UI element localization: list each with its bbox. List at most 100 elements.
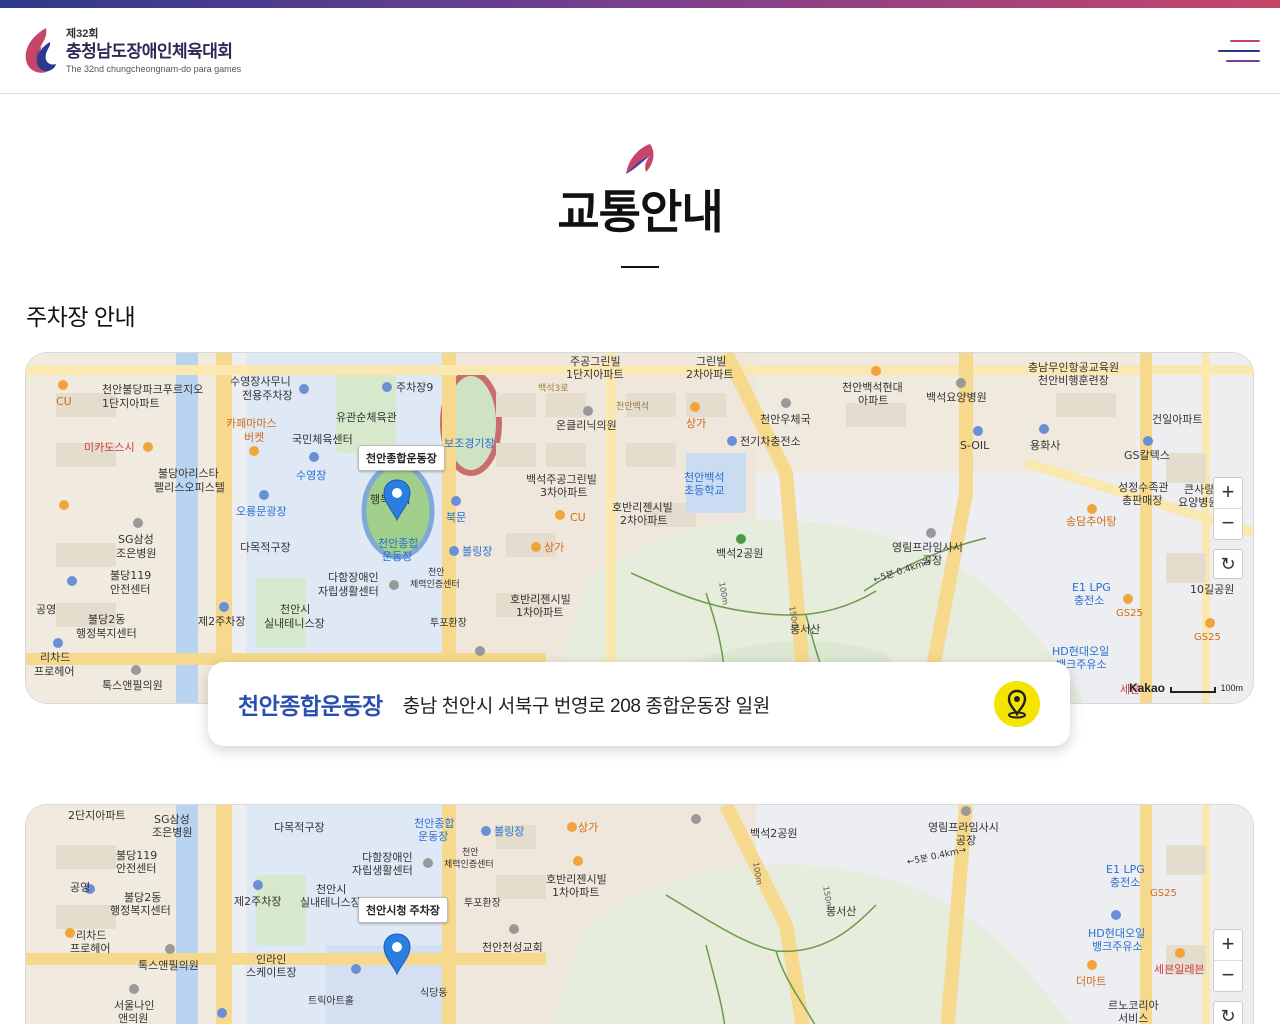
map-label: 세븐일레븐 [1154, 963, 1205, 976]
map-label: GS25 [1116, 608, 1143, 619]
map-label: 전용주차장 [242, 389, 293, 402]
map-label: SG삼성 [118, 533, 154, 546]
map-label: 다목적구장 [274, 821, 325, 834]
map-label: 2단지아파트 [68, 809, 126, 822]
zoom-in-button[interactable]: + [1214, 478, 1242, 508]
logo-edition: 제32회 [66, 28, 99, 40]
map-label: 천안비행훈련장 [1038, 374, 1109, 387]
map-label: 프로헤어 [70, 942, 111, 955]
map-label: 행정복지센터 [110, 904, 171, 917]
map-venue[interactable]: 천안불당파크푸르지오 1단지아파트 CU 수영장사무니 전용주차장 카페마마스 … [25, 352, 1254, 704]
reset-map-button[interactable]: ↻ [1213, 1001, 1243, 1024]
map-label: 천안백석현대 [842, 381, 903, 394]
map-label: 그린빌 [696, 355, 727, 368]
map-scale: 100m [1170, 683, 1243, 693]
map-label: 아파트 [858, 394, 889, 407]
map-label: 3차아파트 [540, 486, 588, 499]
map-label: 운동장 [382, 550, 413, 563]
map-label: E1 LPG [1106, 863, 1145, 876]
map-label: 제2주차장 [198, 615, 246, 628]
map-label: 더마트 [1076, 975, 1107, 988]
zoom-control: + − [1213, 477, 1243, 540]
map-label: 용화사 [1030, 439, 1061, 452]
map-label: 리차드 [40, 651, 71, 664]
zoom-out-button[interactable]: − [1214, 509, 1242, 539]
map-label: 공영 [36, 603, 57, 616]
map-label: 트릭아트홀 [308, 996, 354, 1007]
venue-info-card: 천안종합운동장 충남 천안시 서북구 번영로 208 종합운동장 일원 [208, 662, 1070, 746]
map-label: 체력인증센터 [444, 860, 494, 870]
map-label: 실내테니스장 [264, 617, 325, 630]
map-label: 불당아리스타 [158, 467, 219, 480]
map-label: E1 LPG [1072, 581, 1111, 594]
logo-subtitle: The 32nd chungcheongnam-do para games [66, 64, 242, 74]
site-logo[interactable]: 제32회 충청남도장애인체육대회 The 32nd chungcheongnam… [20, 24, 241, 78]
map-cityhall-parking[interactable]: 2단지아파트 SG삼성 조은병원 다목적구장 천안종합 운동장 볼링장 상가 백… [25, 804, 1254, 1024]
map-label: 150m [787, 605, 801, 630]
map-label: 온클리닉의원 [556, 419, 617, 432]
site-header: 제32회 충청남도장애인체육대회 The 32nd chungcheongnam… [0, 8, 1280, 94]
map-label: 버켓 [244, 431, 265, 444]
venue-address: 충남 천안시 서북구 번영로 208 종합운동장 일원 [402, 695, 771, 717]
map-label: 1단지아파트 [102, 397, 160, 410]
hamburger-menu-icon[interactable] [1218, 38, 1260, 64]
map-label: 1단지아파트 [566, 368, 624, 381]
map-labels: 2단지아파트 SG삼성 조은병원 다목적구장 천안종합 운동장 볼링장 상가 백… [26, 805, 1253, 1024]
title-divider [621, 266, 659, 268]
map-label: 불당2동 [88, 613, 126, 626]
map-label: 서울나인 [114, 999, 155, 1012]
map-label: HD현대오일 [1052, 645, 1110, 658]
map-label: 조은병원 [116, 547, 157, 560]
map-label: 천안우체국 [760, 413, 811, 426]
map-label: 천안백석 [616, 402, 650, 412]
map-label: 100m [717, 581, 731, 606]
map-label: 행정복지센터 [76, 627, 137, 640]
map-label: 서비스 [1118, 1012, 1149, 1024]
map-label: 미카도스시 [84, 441, 135, 454]
map-label: 큰사랑 [1184, 483, 1215, 496]
map-label: 백석주공그린빌 [526, 473, 597, 486]
zoom-in-button[interactable]: + [1214, 930, 1242, 960]
map-label: 국민체육센터 [292, 433, 353, 446]
map-label: 운동장 [418, 830, 449, 843]
map-label: 영림프라임사시 [928, 821, 999, 834]
map-label: 천안시 [280, 603, 311, 616]
map-label: 2차아파트 [686, 368, 734, 381]
map-label: 유관순체육관 [336, 411, 397, 424]
map-label: 인라인 [256, 953, 287, 966]
map-pin-icon[interactable] [382, 479, 412, 521]
map-label: 천안종합 [414, 817, 455, 830]
map-label: 자립생활센터 [318, 585, 379, 598]
map-label: GS25 [1150, 888, 1177, 899]
map-pin-icon[interactable] [382, 933, 412, 975]
map-labels: 천안불당파크푸르지오 1단지아파트 CU 수영장사무니 전용주차장 카페마마스 … [26, 353, 1253, 703]
map-label: 안전센터 [110, 583, 151, 596]
map-label: 안전센터 [116, 862, 157, 875]
map-label: 볼링장 [462, 545, 493, 558]
map-label: 프로헤어 [34, 665, 75, 678]
map-label: 볼링장 [494, 825, 525, 838]
map-label: S-OIL [960, 439, 990, 452]
map-label: 건일아파트 [1152, 413, 1203, 426]
reset-map-button[interactable]: ↻ [1213, 549, 1243, 579]
map-label: 1차아파트 [552, 886, 600, 899]
map-label: 북문 [446, 511, 467, 524]
page-title: 교통안내 [557, 186, 723, 238]
map-label: 호반리젠시빌 [612, 501, 673, 514]
location-pin-icon[interactable] [994, 681, 1040, 727]
map-label: 천안천성교회 [482, 941, 543, 954]
map-label: 펠리스오피스텔 [154, 481, 225, 494]
map-label: ←5분 0.4km→ [872, 557, 933, 586]
map-marker-label: 천안시청 주차장 [358, 897, 448, 923]
map-label: 상가 [544, 541, 565, 554]
map-label: 리차드 [76, 929, 107, 942]
map-label: 체력인증센터 [410, 580, 460, 590]
map-label: 100m [751, 861, 765, 886]
map-label: ←5분 0.4km→ [906, 845, 968, 868]
zoom-out-button[interactable]: − [1214, 961, 1242, 991]
zoom-control: + − [1213, 929, 1243, 992]
map-label: 수영장사무니 [230, 375, 291, 388]
map-label: 천안백석 [684, 471, 725, 484]
map-label: 투포환장 [430, 618, 467, 629]
map-label: 수영장 [296, 469, 327, 482]
